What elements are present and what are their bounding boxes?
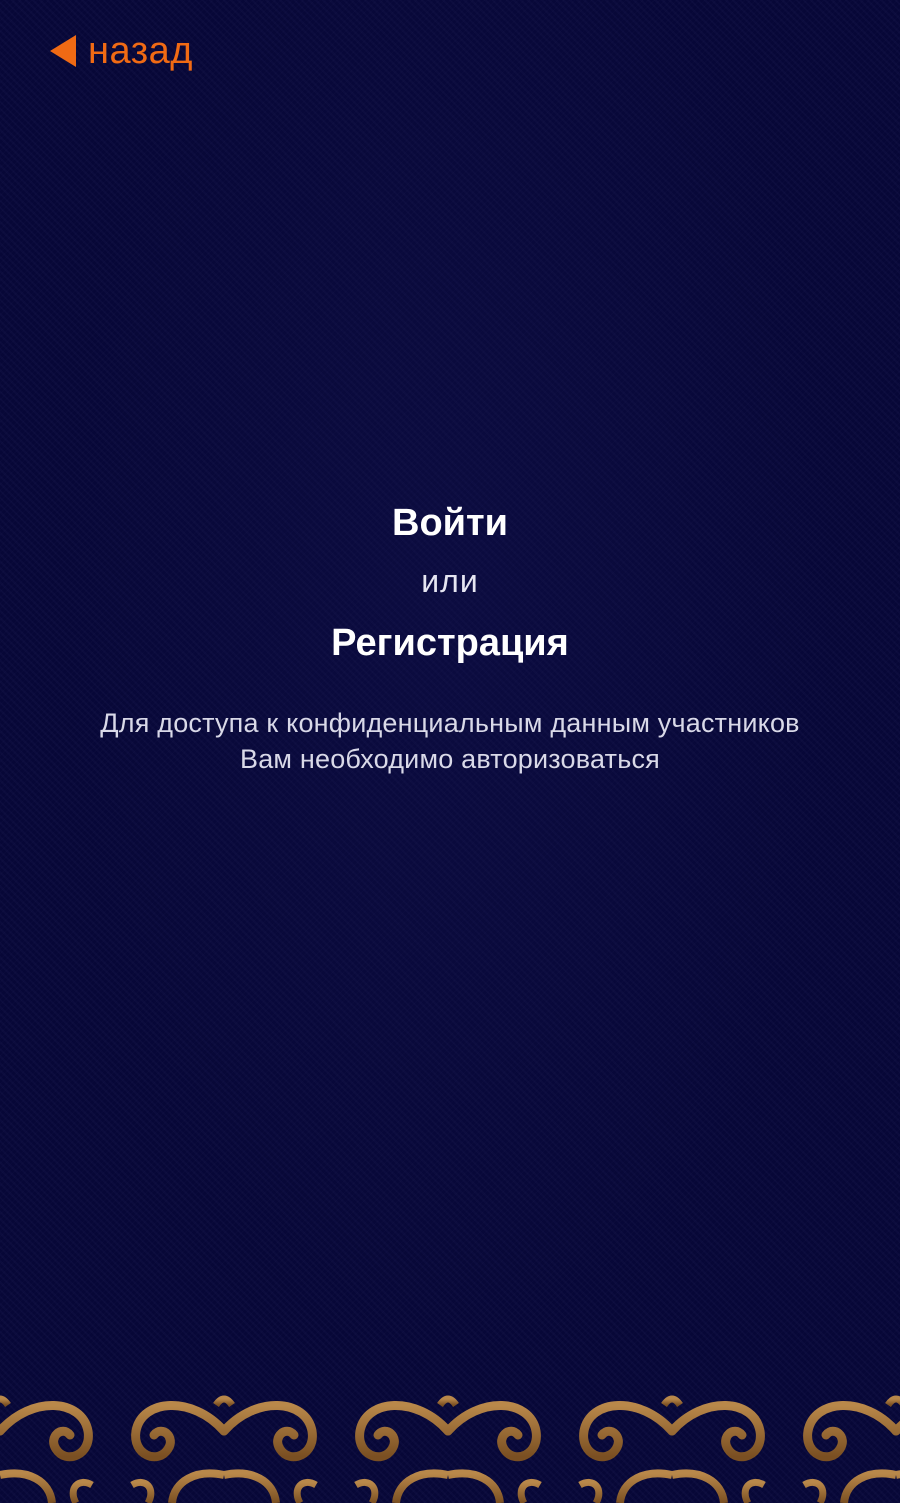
login-link[interactable]: Войти bbox=[392, 495, 508, 551]
triangle-left-icon bbox=[50, 35, 76, 67]
back-label: назад bbox=[88, 30, 193, 72]
ornament-border-icon bbox=[0, 1385, 900, 1503]
or-separator: или bbox=[421, 563, 479, 599]
register-link[interactable]: Регистрация bbox=[331, 615, 569, 671]
back-button[interactable]: назад bbox=[48, 30, 193, 72]
auth-prompt: Войти или Регистрация Для доступа к конф… bbox=[0, 495, 900, 777]
auth-info-text: Для доступа к конфиденциальным данным уч… bbox=[100, 708, 800, 774]
